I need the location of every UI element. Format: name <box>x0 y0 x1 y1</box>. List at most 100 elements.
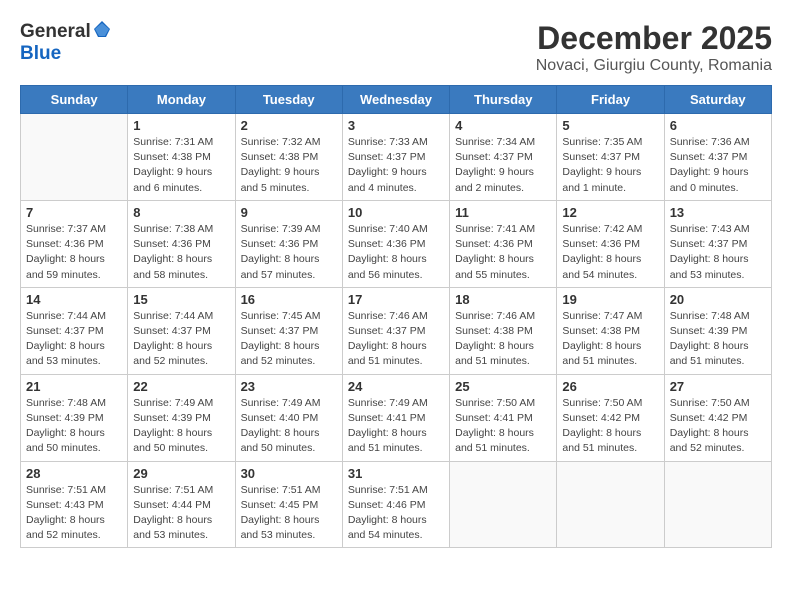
calendar-week-row: 21 Sunrise: 7:48 AMSunset: 4:39 PMDayligh… <box>21 374 772 461</box>
day-info: Sunrise: 7:45 AMSunset: 4:37 PMDaylight:… <box>241 309 337 370</box>
calendar-cell: 15 Sunrise: 7:44 AMSunset: 4:37 PMDayligh… <box>128 287 235 374</box>
day-number: 29 <box>133 466 229 481</box>
calendar-cell: 20 Sunrise: 7:48 AMSunset: 4:39 PMDayligh… <box>664 287 771 374</box>
day-number: 6 <box>670 118 766 133</box>
day-info: Sunrise: 7:38 AMSunset: 4:36 PMDaylight:… <box>133 222 229 283</box>
logo: General Blue <box>20 20 111 65</box>
calendar-cell: 24 Sunrise: 7:49 AMSunset: 4:41 PMDayligh… <box>342 374 449 461</box>
day-number: 23 <box>241 379 337 394</box>
day-info: Sunrise: 7:50 AMSunset: 4:41 PMDaylight:… <box>455 396 551 457</box>
day-info: Sunrise: 7:50 AMSunset: 4:42 PMDaylight:… <box>670 396 766 457</box>
calendar-cell <box>21 114 128 201</box>
day-number: 3 <box>348 118 444 133</box>
day-number: 20 <box>670 292 766 307</box>
day-number: 27 <box>670 379 766 394</box>
day-info: Sunrise: 7:43 AMSunset: 4:37 PMDaylight:… <box>670 222 766 283</box>
calendar-week-row: 28Sunrise: 7:51 AMSunset: 4:43 PMDayligh… <box>21 461 772 548</box>
day-info: Sunrise: 7:42 AMSunset: 4:36 PMDaylight:… <box>562 222 658 283</box>
calendar-cell: 29 Sunrise: 7:51 AMSunset: 4:44 PMDayligh… <box>128 461 235 548</box>
calendar-cell: 25 Sunrise: 7:50 AMSunset: 4:41 PMDayligh… <box>450 374 557 461</box>
day-info: Sunrise: 7:35 AMSunset: 4:37 PMDaylight:… <box>562 135 658 196</box>
calendar-cell: 26 Sunrise: 7:50 AMSunset: 4:42 PMDayligh… <box>557 374 664 461</box>
day-info: Sunrise: 7:51 AMSunset: 4:44 PMDaylight:… <box>133 483 229 544</box>
logo-icon <box>93 20 111 38</box>
day-number: 2 <box>241 118 337 133</box>
day-info: Sunrise: 7:49 AMSunset: 4:40 PMDaylight:… <box>241 396 337 457</box>
calendar-cell: 23 Sunrise: 7:49 AMSunset: 4:40 PMDayligh… <box>235 374 342 461</box>
day-number: 26 <box>562 379 658 394</box>
page-header: General Blue December 2025 Novaci, Giurg… <box>20 20 772 75</box>
logo-blue: Blue <box>20 43 61 64</box>
day-number: 10 <box>348 205 444 220</box>
day-info: Sunrise: 7:46 AMSunset: 4:38 PMDaylight:… <box>455 309 551 370</box>
calendar-cell: 30Sunrise: 7:51 AMSunset: 4:45 PMDayligh… <box>235 461 342 548</box>
day-number: 4 <box>455 118 551 133</box>
day-number: 13 <box>670 205 766 220</box>
day-number: 18 <box>455 292 551 307</box>
calendar-cell: 21 Sunrise: 7:48 AMSunset: 4:39 PMDayligh… <box>21 374 128 461</box>
day-info: Sunrise: 7:34 AMSunset: 4:37 PMDaylight:… <box>455 135 551 196</box>
calendar-cell <box>557 461 664 548</box>
calendar-col-header: Monday <box>128 86 235 114</box>
calendar-cell: 11Sunrise: 7:41 AMSunset: 4:36 PMDayligh… <box>450 200 557 287</box>
calendar-cell: 3 Sunrise: 7:33 AMSunset: 4:37 PMDaylight… <box>342 114 449 201</box>
calendar-cell: 6 Sunrise: 7:36 AMSunset: 4:37 PMDaylight… <box>664 114 771 201</box>
calendar-cell: 2 Sunrise: 7:32 AMSunset: 4:38 PMDaylight… <box>235 114 342 201</box>
day-number: 9 <box>241 205 337 220</box>
calendar-cell <box>450 461 557 548</box>
day-info: Sunrise: 7:37 AMSunset: 4:36 PMDaylight:… <box>26 222 122 283</box>
day-info: Sunrise: 7:50 AMSunset: 4:42 PMDaylight:… <box>562 396 658 457</box>
day-number: 14 <box>26 292 122 307</box>
day-info: Sunrise: 7:48 AMSunset: 4:39 PMDaylight:… <box>26 396 122 457</box>
day-info: Sunrise: 7:48 AMSunset: 4:39 PMDaylight:… <box>670 309 766 370</box>
calendar-cell: 17Sunrise: 7:46 AMSunset: 4:37 PMDayligh… <box>342 287 449 374</box>
day-info: Sunrise: 7:32 AMSunset: 4:38 PMDaylight:… <box>241 135 337 196</box>
day-info: Sunrise: 7:40 AMSunset: 4:36 PMDaylight:… <box>348 222 444 283</box>
calendar-cell: 10 Sunrise: 7:40 AMSunset: 4:36 PMDayligh… <box>342 200 449 287</box>
calendar-cell: 8 Sunrise: 7:38 AMSunset: 4:36 PMDaylight… <box>128 200 235 287</box>
day-number: 7 <box>26 205 122 220</box>
day-info: Sunrise: 7:46 AMSunset: 4:37 PMDaylight:… <box>348 309 444 370</box>
day-number: 25 <box>455 379 551 394</box>
calendar-cell: 16 Sunrise: 7:45 AMSunset: 4:37 PMDayligh… <box>235 287 342 374</box>
day-info: Sunrise: 7:33 AMSunset: 4:37 PMDaylight:… <box>348 135 444 196</box>
day-info: Sunrise: 7:36 AMSunset: 4:37 PMDaylight:… <box>670 135 766 196</box>
day-number: 22 <box>133 379 229 394</box>
calendar-cell: 14 Sunrise: 7:44 AMSunset: 4:37 PMDayligh… <box>21 287 128 374</box>
calendar-cell: 13 Sunrise: 7:43 AMSunset: 4:37 PMDayligh… <box>664 200 771 287</box>
calendar-cell: 4 Sunrise: 7:34 AMSunset: 4:37 PMDaylight… <box>450 114 557 201</box>
calendar-cell: 1Sunrise: 7:31 AMSunset: 4:38 PMDaylight… <box>128 114 235 201</box>
day-info: Sunrise: 7:49 AMSunset: 4:41 PMDaylight:… <box>348 396 444 457</box>
calendar-cell: 19 Sunrise: 7:47 AMSunset: 4:38 PMDayligh… <box>557 287 664 374</box>
calendar-cell: 7 Sunrise: 7:37 AMSunset: 4:36 PMDaylight… <box>21 200 128 287</box>
day-info: Sunrise: 7:49 AMSunset: 4:39 PMDaylight:… <box>133 396 229 457</box>
day-number: 15 <box>133 292 229 307</box>
calendar-header-row: SundayMondayTuesdayWednesdayThursdayFrid… <box>21 86 772 114</box>
calendar-cell: 28Sunrise: 7:51 AMSunset: 4:43 PMDayligh… <box>21 461 128 548</box>
day-number: 16 <box>241 292 337 307</box>
day-info: Sunrise: 7:44 AMSunset: 4:37 PMDaylight:… <box>26 309 122 370</box>
day-number: 31 <box>348 466 444 481</box>
day-number: 24 <box>348 379 444 394</box>
day-number: 19 <box>562 292 658 307</box>
day-number: 8 <box>133 205 229 220</box>
calendar-col-header: Wednesday <box>342 86 449 114</box>
calendar-cell: 22 Sunrise: 7:49 AMSunset: 4:39 PMDayligh… <box>128 374 235 461</box>
day-number: 28 <box>26 466 122 481</box>
calendar-week-row: 7 Sunrise: 7:37 AMSunset: 4:36 PMDaylight… <box>21 200 772 287</box>
day-number: 5 <box>562 118 658 133</box>
month-title: December 2025 <box>536 20 772 57</box>
day-number: 21 <box>26 379 122 394</box>
day-info: Sunrise: 7:47 AMSunset: 4:38 PMDaylight:… <box>562 309 658 370</box>
location-subtitle: Novaci, Giurgiu County, Romania <box>536 57 772 75</box>
logo-general: General <box>20 21 91 43</box>
day-info: Sunrise: 7:51 AMSunset: 4:45 PMDaylight:… <box>241 483 337 544</box>
calendar-cell: 9 Sunrise: 7:39 AMSunset: 4:36 PMDaylight… <box>235 200 342 287</box>
calendar-cell: 18 Sunrise: 7:46 AMSunset: 4:38 PMDayligh… <box>450 287 557 374</box>
calendar-col-header: Saturday <box>664 86 771 114</box>
day-info: Sunrise: 7:44 AMSunset: 4:37 PMDaylight:… <box>133 309 229 370</box>
day-info: Sunrise: 7:39 AMSunset: 4:36 PMDaylight:… <box>241 222 337 283</box>
calendar-col-header: Sunday <box>21 86 128 114</box>
title-block: December 2025 Novaci, Giurgiu County, Ro… <box>536 20 772 75</box>
day-info: Sunrise: 7:51 AMSunset: 4:46 PMDaylight:… <box>348 483 444 544</box>
